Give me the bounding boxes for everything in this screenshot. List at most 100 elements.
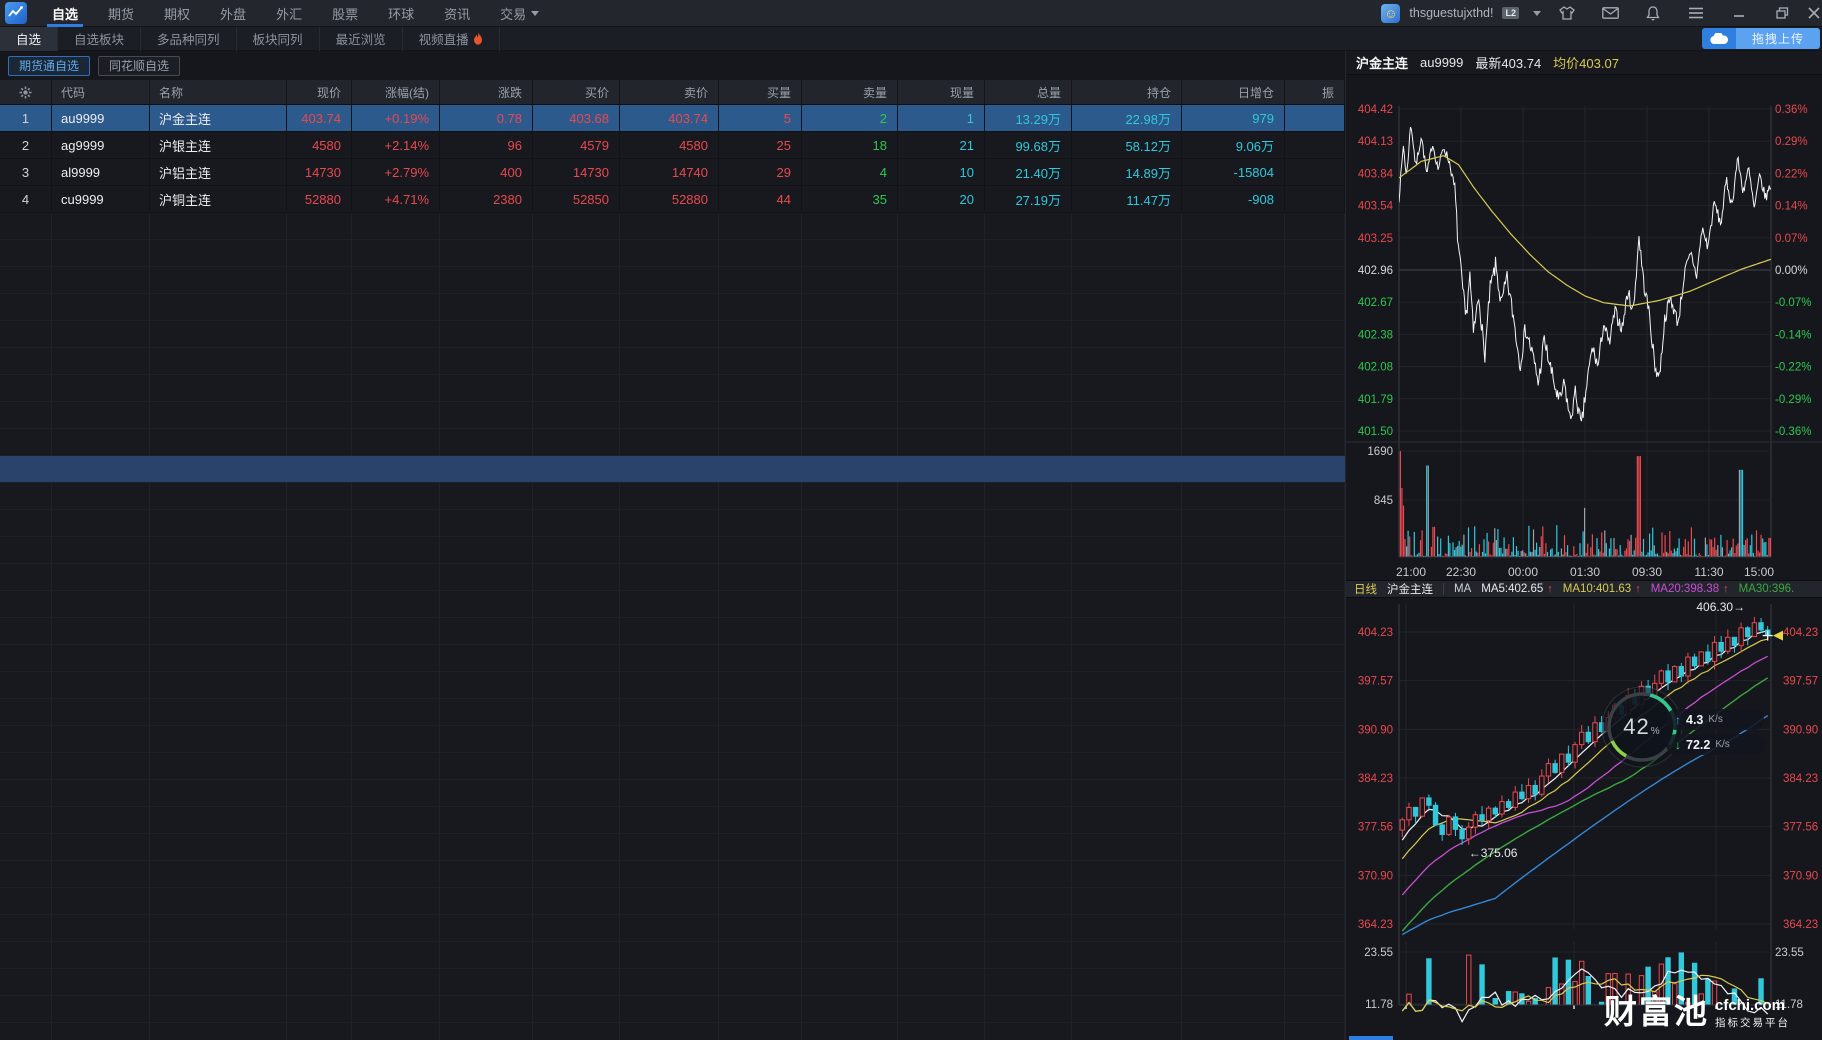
kline-ma-bar: 日线 沪金主连 MA MA5:402.65 ↑ MA10:401.63 ↑ MA… [1346,580,1822,598]
svg-text:21:00: 21:00 [1396,565,1426,579]
cell-total: 13.29万 [985,105,1072,131]
cell-askvol: 18 [802,132,898,158]
watchlist-row-al9999[interactable]: 3al9999沪铝主连14730+2.79%400147301474029410… [0,159,1345,186]
watchlist-row-cu9999[interactable]: 4cu9999沪铜主连52880+4.71%238052850528804435… [0,186,1345,213]
list-menu-icon[interactable] [1679,0,1713,27]
svg-text:401.50: 401.50 [1358,426,1393,438]
cell-cur: 20 [898,186,985,212]
column-header-10[interactable]: 现量 [898,80,985,104]
cell-pct: +2.79% [352,159,440,185]
username[interactable]: thsguestujxthd! [1409,6,1493,20]
upload-speed: ↑ 4.3 K/s [1666,709,1764,730]
menu-item-4[interactable]: 外盘 [205,0,261,27]
app-logo-icon[interactable] [5,2,27,24]
subtab-1[interactable]: 期货通自选 [8,56,90,76]
watermark: 财富池 cfchi.com 指标交易平台 [1604,995,1790,1030]
cell-bidvol: 29 [719,159,802,185]
column-header-7[interactable]: 卖价 [620,80,719,104]
menu-item-5[interactable]: 外汇 [261,0,317,27]
tab-5[interactable]: 最近浏览 [320,27,403,51]
menu-item-1[interactable]: 自选 [37,0,93,27]
upload-controls: 拖拽上传 [1702,27,1822,51]
tab-1[interactable]: 自选 [0,27,58,51]
grid-line [532,213,533,1040]
minimize-icon[interactable] [1722,0,1756,27]
quote-panel: 沪金主连 au9999 最新403.74 均价403.07 404.420.36… [1345,51,1822,1040]
net-speed-rows[interactable]: ↑ 4.3 K/s ↓ 72.2 K/s [1666,709,1764,755]
column-header-5[interactable]: 涨跌 [440,80,533,104]
drag-upload-button[interactable]: 拖拽上传 [1736,28,1820,49]
scrollbar-thumb[interactable] [1349,1036,1393,1040]
kline-period[interactable]: 日线 [1354,581,1377,597]
ma-label[interactable]: MA [1454,583,1471,595]
cell-bid: 14730 [533,159,620,185]
grid-line [1284,213,1285,1040]
user-avatar[interactable]: ☺ [1381,4,1400,23]
cloud-drive-icon[interactable] [1702,28,1736,49]
column-header-6[interactable]: 买价 [533,80,620,104]
svg-text:384.23: 384.23 [1783,773,1818,785]
svg-text:15:00: 15:00 [1744,565,1774,579]
svg-text:0.07%: 0.07% [1775,233,1808,245]
theme-shirt-icon[interactable] [1550,0,1584,27]
grid-line [1071,213,1072,1040]
cell-price: 4580 [287,132,352,158]
subtab-2[interactable]: 同花顺自选 [98,56,180,76]
svg-text:402.08: 402.08 [1358,362,1393,374]
column-header-2[interactable]: 名称 [150,80,287,104]
watchlist-row-ag9999[interactable]: 2ag9999沪银主连4580+2.14%964579458025182199.… [0,132,1345,159]
selected-empty-row[interactable] [0,456,1345,482]
cell-ask: 52880 [620,186,719,212]
column-header-1[interactable]: 代码 [52,80,150,104]
cell-bid: 4579 [533,132,620,158]
column-header-14[interactable]: 振 [1285,80,1345,104]
menu-item-3[interactable]: 期权 [149,0,205,27]
restore-icon[interactable] [1765,0,1799,27]
tab-6[interactable]: 视频直播 [403,27,500,51]
column-header-9[interactable]: 卖量 [802,80,898,104]
column-header-12[interactable]: 持仓 [1072,80,1182,104]
menu-item-8[interactable]: 资讯 [429,0,485,27]
flame-icon [473,32,483,45]
column-header-13[interactable]: 日增仓 [1182,80,1285,104]
bell-icon[interactable] [1636,0,1670,27]
watchlist-row-au9999[interactable]: 1au9999沪金主连403.74+0.19%0.78403.68403.745… [0,105,1345,132]
cell-num: 1 [0,105,52,131]
tab-4[interactable]: 板块同列 [237,27,320,51]
column-settings-gear-icon[interactable] [0,80,52,104]
close-icon[interactable] [1808,0,1822,27]
svg-text:384.23: 384.23 [1358,773,1393,785]
cell-name: 沪铜主连 [150,186,287,212]
menu-item-9[interactable]: 交易 [485,0,554,27]
column-header-8[interactable]: 买量 [719,80,802,104]
net-percent-sign: % [1651,726,1661,737]
ma20-value: MA20:398.38 [1651,583,1719,595]
column-header-11[interactable]: 总量 [985,80,1072,104]
mail-icon[interactable] [1593,0,1627,27]
svg-text:390.90: 390.90 [1783,724,1818,736]
column-header-4[interactable]: 涨幅(结) [352,80,440,104]
cell-askvol: 2 [802,105,898,131]
user-caret-icon[interactable] [1533,11,1541,16]
cell-chg: 400 [440,159,533,185]
menu-item-2[interactable]: 期货 [93,0,149,27]
svg-text:370.90: 370.90 [1358,870,1393,882]
menu-item-6[interactable]: 股票 [317,0,373,27]
svg-text:1690: 1690 [1367,446,1393,458]
cell-bidvol: 25 [719,132,802,158]
column-header-3[interactable]: 现价 [287,80,352,104]
svg-text:23.55: 23.55 [1775,947,1804,959]
tab-3[interactable]: 多品种同列 [141,27,237,51]
svg-text:0.36%: 0.36% [1775,104,1808,116]
tab-2[interactable]: 自选板块 [58,27,141,51]
down-arrow-icon: ↓ [1675,738,1681,752]
cell-total: 27.19万 [985,186,1072,212]
menu-item-7[interactable]: 环球 [373,0,429,27]
app-window: 自选期货期权外盘外汇股票环球资讯交易 ☺ thsguestujxthd! L2 [0,0,1822,1040]
svg-text:377.56: 377.56 [1358,822,1393,834]
cell-price: 52880 [287,186,352,212]
net-percent: 42 [1623,714,1649,740]
svg-text:22:30: 22:30 [1446,565,1476,579]
quote-name[interactable]: 沪金主连 [1356,53,1408,72]
cell-oichg: 979 [1182,105,1285,131]
